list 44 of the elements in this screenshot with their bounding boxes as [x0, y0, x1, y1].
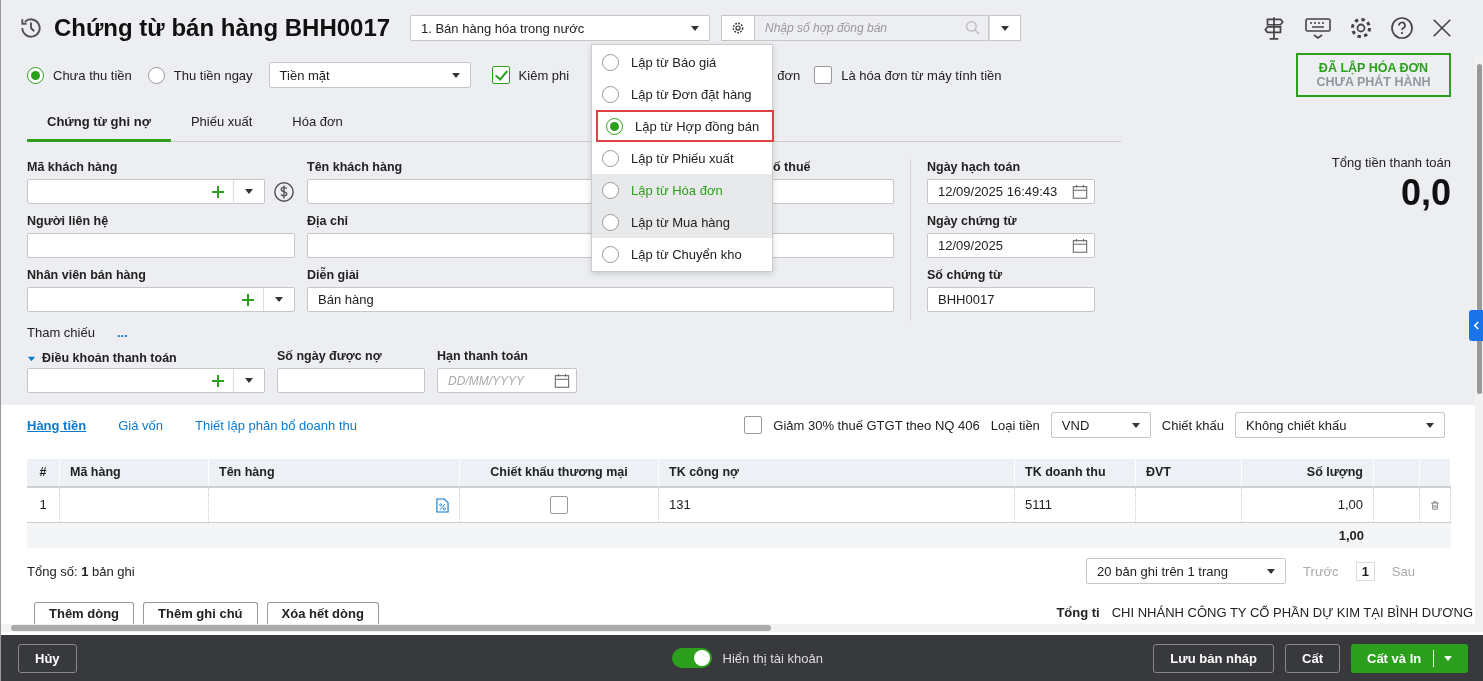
radio-label: Thu tiền ngay	[173, 67, 253, 83]
toggle-label: Hiển thị tài khoản	[722, 650, 823, 666]
table-cell: 1	[27, 488, 60, 522]
reference-label: Tham chiếu	[27, 324, 95, 340]
window-title: Chứng từ bán hàng BHH0017	[54, 14, 392, 42]
field-label: Nhân viên bán hàng	[27, 267, 146, 284]
column-header: Mã hàng	[60, 459, 209, 486]
field-label: Diễn giải	[307, 267, 360, 284]
status-text: CHƯA PHÁT HÀNH	[1316, 75, 1431, 89]
checkbox-label: đơn	[777, 67, 801, 83]
checkbox-label: Giảm 30% thuế GTGT theo NQ 406	[773, 417, 980, 433]
currency-label: Loại tiền	[990, 417, 1040, 433]
company-name: CHI NHÁNH CÔNG TY CỔ PHẦN DỰ KIM TẠI BÌNH DƯƠNG	[1111, 605, 1473, 620]
total-label: Tổng tiền thanh toán	[1331, 155, 1451, 170]
column-header: Số lượng	[1242, 459, 1374, 486]
column-header: Tên hàng	[209, 459, 460, 486]
field-label: Người liên hệ	[27, 213, 109, 230]
field-label: Địa chỉ	[307, 213, 348, 230]
field-label: Tên khách hàng	[307, 159, 403, 176]
field-label: ố thuế	[773, 159, 811, 176]
field-label: Số ngày được nợ	[277, 348, 382, 365]
field-label: Mã khách hàng	[27, 159, 118, 176]
checkbox-label: Kiêm phi	[518, 67, 570, 83]
status-text: ĐÃ LẬP HÓA ĐƠN	[1318, 61, 1429, 75]
checkbox-label: Là hóa đơn từ máy tính tiền	[841, 67, 1002, 83]
record-count: Tổng số: 1 bản ghi	[27, 563, 135, 579]
discount-label: Chiết khấu	[1161, 417, 1224, 433]
column-header: Chiết khấu thương mại	[460, 459, 659, 486]
column-header: TK công nợ	[659, 459, 1015, 486]
field-label: Hạn thanh toán	[437, 348, 528, 365]
radio-label: Chưa thu tiền	[53, 67, 132, 83]
table-cell: 1,00	[1242, 488, 1374, 522]
total-quantity: 1,00	[1337, 527, 1365, 545]
column-header: TK doanh thu	[1015, 459, 1136, 486]
column-header: ĐVT	[1136, 459, 1242, 486]
summary-label: Tổng ti	[1056, 605, 1100, 620]
total-amount: 0,0	[1400, 172, 1451, 214]
field-label: Ngày chứng từ	[927, 213, 1017, 230]
field-label: Ngày hạch toán	[927, 159, 1021, 176]
table-cell: 131	[659, 488, 1015, 522]
column-header: #	[27, 459, 60, 486]
field-label: Điều khoản thanh toán	[42, 350, 177, 366]
field-label: Số chứng từ	[927, 267, 1003, 284]
table-cell: 5111	[1015, 488, 1136, 522]
